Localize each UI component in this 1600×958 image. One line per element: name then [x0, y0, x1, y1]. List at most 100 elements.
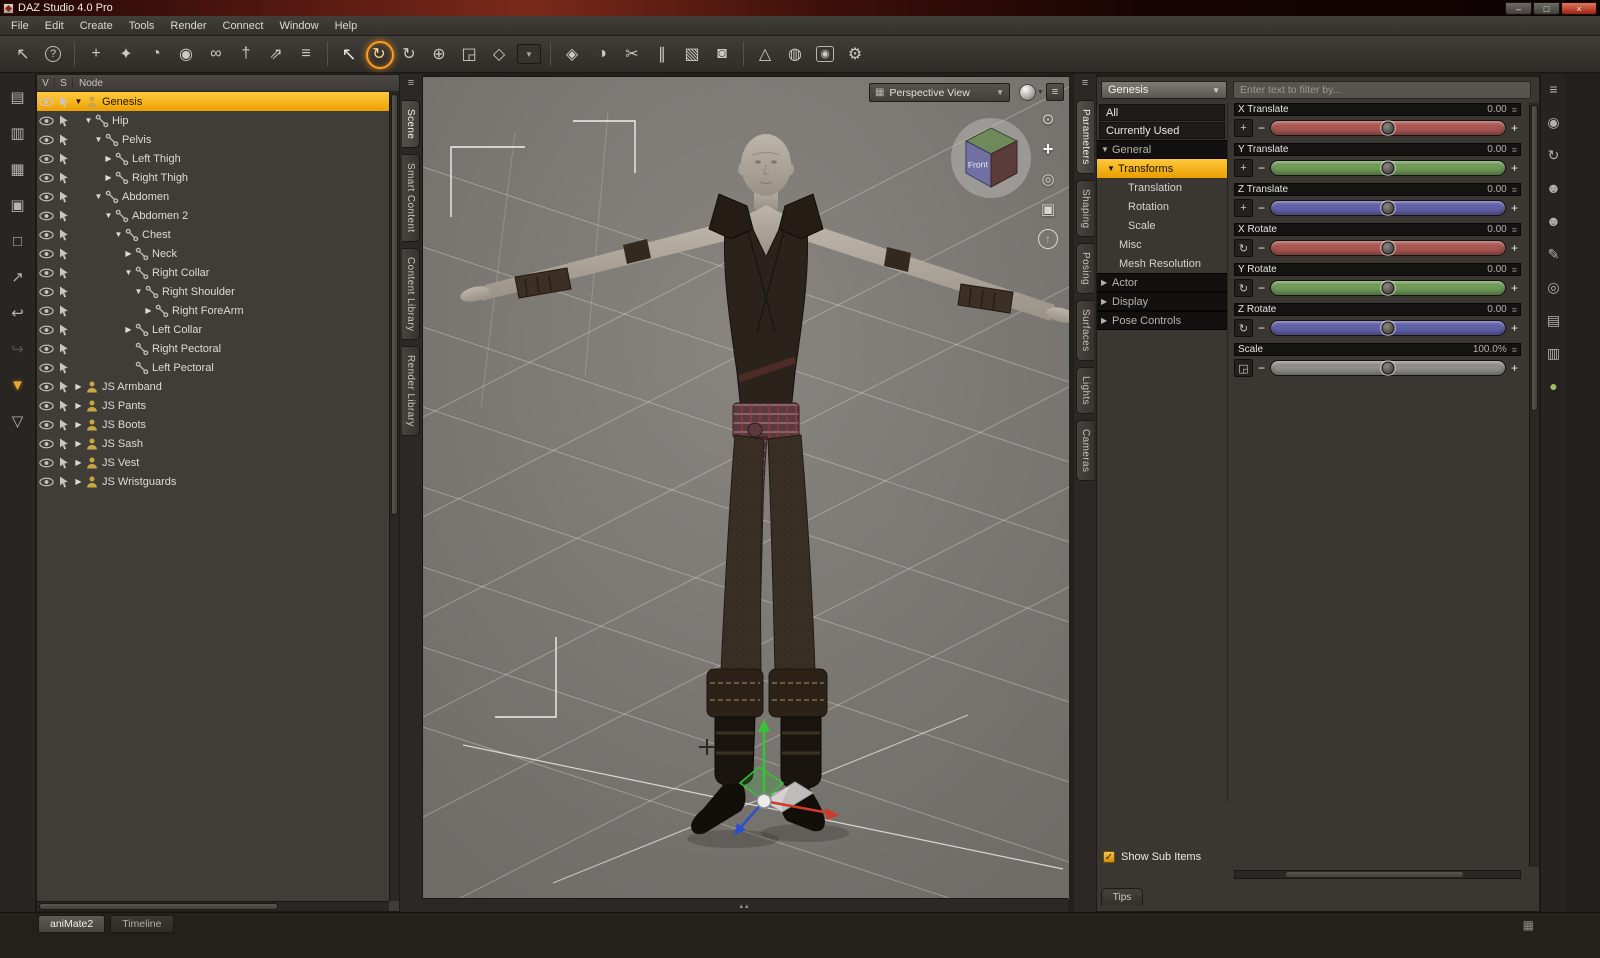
tree-row[interactable]: Right Pectoral: [37, 339, 389, 358]
pane-tab[interactable]: Cameras: [1076, 419, 1094, 482]
selection-cursor-icon[interactable]: [55, 381, 73, 393]
tree-row[interactable]: ▶ JS Pants: [37, 396, 389, 415]
save-icon[interactable]: ▣: [7, 195, 29, 215]
bone-list-icon[interactable]: ≡: [291, 40, 321, 68]
ik-chain-icon[interactable]: ∞: [201, 40, 231, 68]
tree-row[interactable]: ▶ JS Wristguards: [37, 472, 389, 491]
menu-item[interactable]: Window: [271, 17, 326, 35]
new-file-icon[interactable]: ▤: [7, 87, 29, 107]
open-file-icon[interactable]: ▥: [7, 123, 29, 143]
expand-arrow-icon[interactable]: ▶: [73, 458, 84, 467]
expand-arrow-icon[interactable]: ▶: [73, 382, 84, 391]
frame-icon[interactable]: ▣: [1038, 199, 1058, 219]
surface-select-tool-icon[interactable]: ◈: [557, 40, 587, 68]
selection-cursor-icon[interactable]: [55, 267, 73, 279]
compass-icon[interactable]: ◉: [171, 40, 201, 68]
burst-node-icon[interactable]: ✦: [111, 40, 141, 68]
edit-pencil-icon[interactable]: ✎: [1544, 245, 1564, 263]
menu-item[interactable]: Help: [327, 17, 366, 35]
bottom-tab[interactable]: aniMate2: [38, 915, 106, 933]
selection-cursor-icon[interactable]: [55, 457, 73, 469]
menu-item[interactable]: Render: [162, 17, 214, 35]
pane-menu-icon[interactable]: ≡: [408, 77, 414, 93]
slider-track[interactable]: [1270, 280, 1506, 296]
strand-hair-icon[interactable]: ∥: [647, 40, 677, 68]
selection-cursor-icon[interactable]: [55, 438, 73, 450]
parameter-group-item[interactable]: ▼ Transforms: [1097, 159, 1227, 178]
scene-horizontal-scrollbar[interactable]: [37, 901, 389, 911]
install-icon[interactable]: ▽: [7, 411, 29, 431]
undo-icon[interactable]: ↩: [7, 303, 29, 323]
slider-value[interactable]: 100.0%: [1473, 344, 1512, 355]
visibility-eye-icon[interactable]: [37, 249, 55, 259]
selection-cursor-icon[interactable]: [55, 476, 73, 488]
tree-row[interactable]: ▼ Genesis: [37, 92, 389, 111]
expand-arrow-icon[interactable]: ▼: [73, 97, 84, 106]
parameter-group-item[interactable]: Translation: [1097, 178, 1227, 197]
expand-arrow-icon[interactable]: ▼: [133, 287, 144, 296]
selection-cursor-icon[interactable]: [55, 419, 73, 431]
viewport-resize-handle[interactable]: ▴▴: [422, 898, 1068, 912]
visibility-eye-icon[interactable]: [37, 344, 55, 354]
visibility-eye-icon[interactable]: [37, 439, 55, 449]
parameter-group-item[interactable]: Currently Used: [1099, 122, 1225, 139]
zoom-icon[interactable]: ◎: [1038, 169, 1058, 189]
slider-value[interactable]: 0.00: [1487, 264, 1511, 275]
info-icon[interactable]: ◉: [1544, 113, 1564, 131]
tree-row[interactable]: ▶ JS Sash: [37, 434, 389, 453]
decrement-button[interactable]: −: [1255, 121, 1268, 135]
tree-row[interactable]: ▼ Hip: [37, 111, 389, 130]
visibility-eye-icon[interactable]: [37, 325, 55, 335]
pane-tab[interactable]: Surfaces: [1076, 300, 1094, 361]
selection-cursor-icon[interactable]: [55, 324, 73, 336]
selection-cursor-icon[interactable]: [55, 400, 73, 412]
shaded-sphere-icon[interactable]: [1019, 84, 1036, 101]
visibility-eye-icon[interactable]: [37, 211, 55, 221]
visibility-eye-icon[interactable]: [37, 477, 55, 487]
parameter-filter-input[interactable]: [1233, 81, 1531, 99]
figure-icon[interactable]: ☻: [1544, 179, 1564, 197]
slider-value[interactable]: 0.00: [1487, 304, 1511, 315]
minimize-button[interactable]: –: [1505, 1, 1532, 15]
slider-track[interactable]: [1270, 200, 1506, 216]
menu-item[interactable]: Create: [72, 17, 121, 35]
toolbar-icon[interactable]: [743, 42, 744, 66]
expand-arrow-icon[interactable]: ▼: [103, 211, 114, 220]
parameter-group-item[interactable]: ▶ Pose Controls: [1097, 311, 1227, 330]
download-icon[interactable]: ▼: [7, 375, 29, 395]
slider-value[interactable]: 0.00: [1487, 184, 1511, 195]
pane-tab[interactable]: Parameters: [1076, 100, 1094, 174]
slider-track[interactable]: [1270, 360, 1506, 376]
expand-arrow-icon[interactable]: ▼: [123, 268, 134, 277]
figure-pair-icon[interactable]: ◑: [587, 40, 617, 68]
layer-blend-icon[interactable]: ▧: [677, 40, 707, 68]
toolbar-icon[interactable]: [550, 42, 551, 66]
visibility-eye-icon[interactable]: [37, 401, 55, 411]
expand-arrow-icon[interactable]: ▶: [123, 249, 134, 258]
pane-menu-icon[interactable]: ≡: [1082, 77, 1088, 93]
visibility-eye-icon[interactable]: [37, 154, 55, 164]
pane-options-icon[interactable]: ≡: [1046, 83, 1064, 101]
update-swirl-icon[interactable]: ↻: [1544, 146, 1564, 164]
selection-cursor-icon[interactable]: [55, 210, 73, 222]
home-icon[interactable]: ↑: [1038, 229, 1058, 249]
parameters-horizontal-scrollbar[interactable]: [1234, 870, 1521, 879]
tree-row[interactable]: ▼ Chest: [37, 225, 389, 244]
parameter-group-item[interactable]: ▶ Display: [1097, 292, 1227, 311]
dock-icon[interactable]: ▦: [1523, 918, 1534, 932]
tool-filter-dropdown-icon[interactable]: ▼: [517, 44, 541, 64]
slider-menu-icon[interactable]: ≡: [1512, 105, 1517, 115]
pan-icon[interactable]: +: [1038, 139, 1058, 159]
spot-render-icon[interactable]: △: [750, 40, 780, 68]
close-button[interactable]: ×: [1561, 1, 1597, 15]
sphere-icon[interactable]: ●: [1544, 377, 1564, 395]
increment-button[interactable]: +: [1508, 241, 1521, 255]
parameter-group-item[interactable]: ▼ General: [1097, 140, 1227, 159]
slider-knob[interactable]: [1381, 241, 1395, 255]
render-settings-icon[interactable]: ◍: [780, 40, 810, 68]
increment-button[interactable]: +: [1508, 161, 1521, 175]
tree-row[interactable]: ▶ Neck: [37, 244, 389, 263]
increment-button[interactable]: +: [1508, 321, 1521, 335]
toolbar-icon[interactable]: [327, 42, 328, 66]
panel-menu-icon[interactable]: ≡: [1544, 80, 1564, 98]
